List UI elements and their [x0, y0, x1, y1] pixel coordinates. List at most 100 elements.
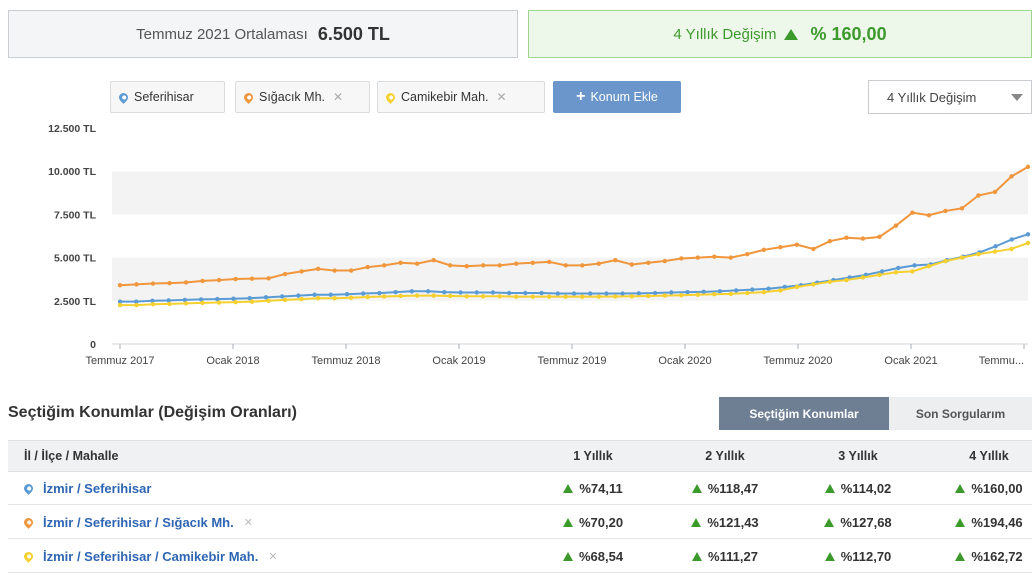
data-point: [497, 294, 502, 299]
data-point: [414, 261, 420, 266]
location-chip-label: Seferihisar: [134, 90, 194, 104]
data-point: [745, 290, 750, 296]
grid-band: [112, 171, 1028, 215]
data-point: [877, 272, 882, 278]
x-tick-label: Temmuz 2020: [763, 355, 832, 367]
location-pin-icon: [384, 90, 397, 104]
up-arrow-icon: [691, 483, 702, 493]
row-1-year: %70,20: [538, 506, 648, 538]
header-3-year: 3 Yıllık: [838, 449, 878, 463]
data-point: [588, 291, 593, 296]
add-location-button[interactable]: + Konum Ekle: [553, 81, 681, 113]
data-point: [266, 276, 271, 281]
remove-row-icon[interactable]: ✕: [268, 550, 277, 563]
data-point: [481, 263, 486, 268]
data-point: [652, 290, 658, 296]
x-tick-label: Temmuz 2019: [537, 355, 606, 367]
location-chip-camikebir[interactable]: Camikebir Mah. ✕: [377, 81, 545, 113]
data-point: [167, 280, 172, 286]
row-location-label: İzmir / Seferihisar / Sığacık Mh.: [43, 514, 234, 530]
data-point: [447, 263, 453, 268]
data-point: [926, 213, 932, 218]
grid-band: [112, 128, 1028, 172]
data-point: [514, 261, 519, 266]
data-point: [530, 260, 535, 265]
remove-location-icon[interactable]: ✕: [497, 90, 507, 104]
data-point: [497, 263, 502, 268]
location-chip-seferihisar[interactable]: Seferihisar: [110, 81, 225, 113]
row-3-year: %114,02: [803, 472, 913, 504]
data-point: [447, 293, 453, 299]
period-dropdown[interactable]: 4 Yıllık Değişim: [868, 80, 1032, 114]
data-point: [117, 302, 123, 308]
data-point: [1009, 246, 1014, 252]
data-point: [943, 208, 948, 214]
remove-location-icon[interactable]: ✕: [333, 90, 343, 104]
data-point: [912, 263, 917, 268]
data-point: [547, 259, 552, 265]
x-tick-label: Temmu...: [979, 355, 1024, 367]
row-location[interactable]: İzmir / Seferihisar: [22, 472, 151, 504]
row-location[interactable]: İzmir / Seferihisar / Sığacık Mh. ✕: [22, 506, 253, 538]
table-row[interactable]: İzmir / Seferihisar / Sığacık Mh. ✕ %70,…: [8, 506, 1032, 539]
row-2-year: %121,43: [670, 506, 780, 538]
data-point: [943, 258, 948, 264]
data-point: [646, 293, 651, 299]
data-point: [794, 284, 800, 290]
location-pin-icon: [22, 515, 35, 529]
x-tick-label: Ocak 2018: [206, 355, 259, 367]
data-point: [282, 271, 288, 277]
data-point: [442, 289, 447, 295]
row-location[interactable]: İzmir / Seferihisar / Camikebir Mah. ✕: [22, 540, 278, 572]
data-point: [167, 301, 172, 307]
data-point: [332, 268, 337, 273]
row-value: %111,27: [708, 548, 758, 564]
section-title: Seçtiğim Konumlar (Değişim Oranları): [8, 404, 297, 421]
data-point: [233, 299, 238, 305]
data-point: [458, 290, 463, 295]
data-point: [596, 294, 601, 299]
data-point: [613, 294, 618, 299]
data-point: [959, 255, 965, 260]
up-arrow-icon: [691, 517, 702, 527]
table-row[interactable]: İzmir / Seferihisar / Camikebir Mah. ✕ %…: [8, 540, 1032, 573]
data-point: [877, 234, 882, 240]
remove-row-icon[interactable]: ✕: [244, 516, 253, 529]
data-point: [398, 293, 403, 299]
up-arrow-icon: [783, 28, 798, 40]
up-arrow-icon: [824, 483, 835, 493]
data-point: [134, 302, 139, 308]
grid-band: [112, 300, 1028, 344]
data-point: [312, 292, 317, 297]
tab-selected-locations[interactable]: Seçtiğim Konumlar: [719, 397, 889, 430]
row-value: %194,46: [971, 514, 1023, 530]
data-point: [361, 291, 366, 296]
data-point: [539, 290, 544, 296]
data-point: [844, 235, 849, 240]
row-value: %74,11: [579, 480, 623, 496]
data-point: [216, 300, 222, 305]
data-point: [200, 300, 205, 306]
data-point: [766, 286, 771, 291]
table-row[interactable]: İzmir / Seferihisar %74,11 %118,47 %114,…: [8, 472, 1032, 505]
data-point: [695, 255, 701, 260]
data-point: [926, 264, 932, 269]
data-point: [266, 298, 271, 303]
data-point: [150, 281, 156, 286]
row-2-year: %111,27: [670, 540, 780, 572]
row-4-year: %194,46: [934, 506, 1032, 538]
tab-recent-queries[interactable]: Son Sorgularım: [889, 397, 1032, 430]
data-point: [811, 246, 816, 252]
data-point: [348, 268, 354, 273]
data-point: [844, 277, 849, 283]
data-point: [555, 291, 560, 296]
data-point: [315, 296, 321, 301]
data-point: [249, 276, 255, 281]
location-chip-sigacik[interactable]: Sığacık Mh. ✕: [235, 81, 370, 113]
data-point: [728, 255, 734, 260]
up-arrow-icon: [955, 483, 966, 493]
data-point: [425, 289, 431, 294]
data-point: [580, 294, 585, 299]
data-point: [282, 297, 288, 303]
data-point: [377, 290, 382, 296]
